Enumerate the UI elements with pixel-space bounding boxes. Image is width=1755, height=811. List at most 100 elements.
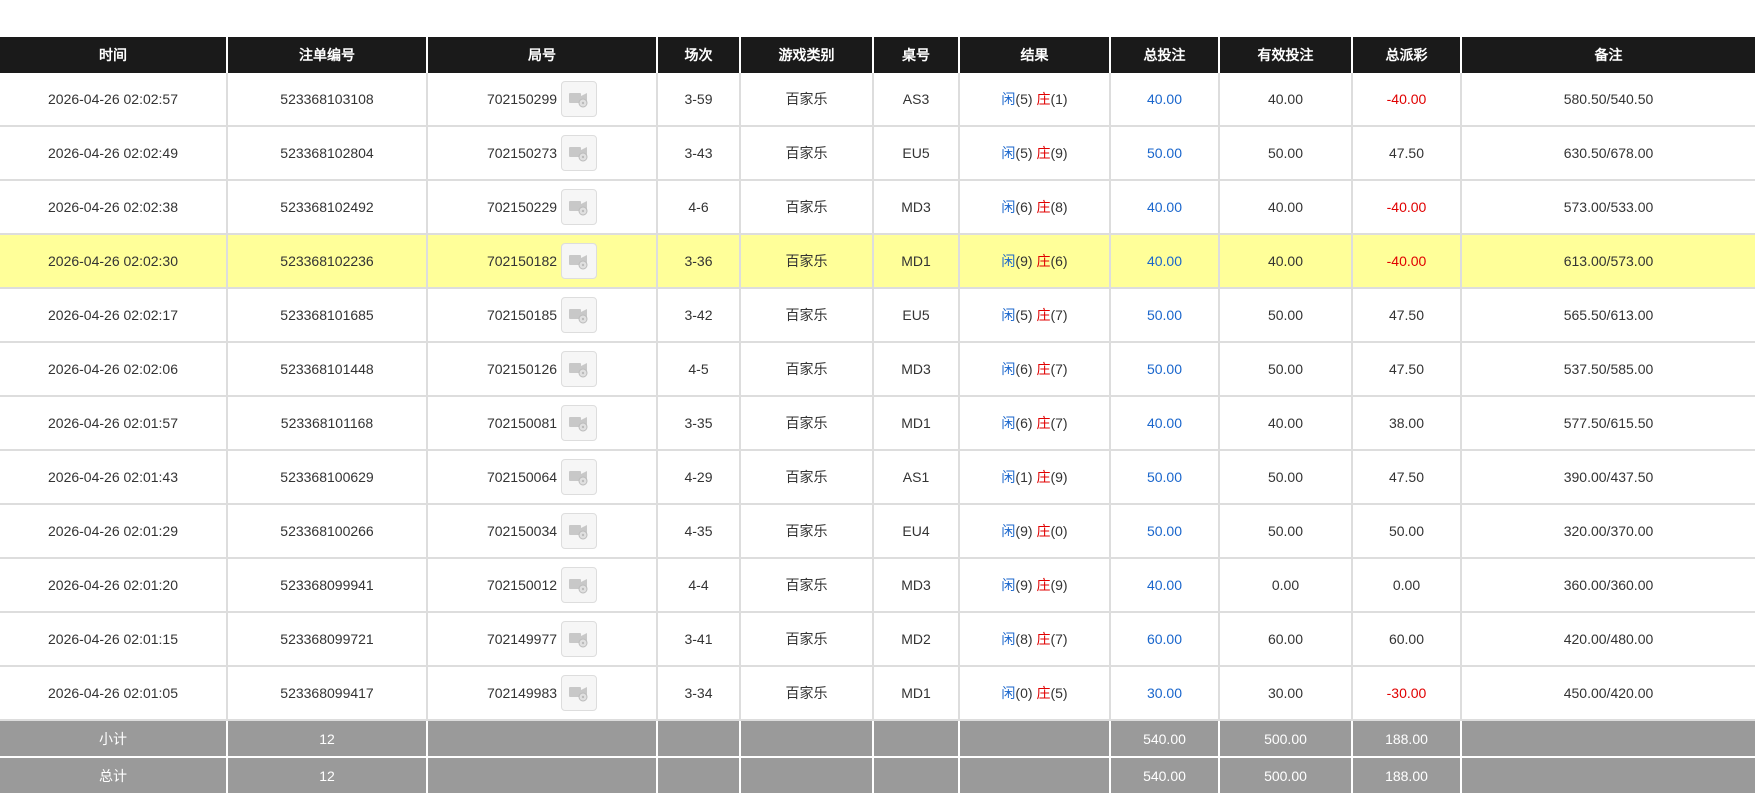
table-row[interactable]: 2026-04-26 02:01:43 523368100629 702150064… (0, 450, 1755, 505)
col-header-session[interactable]: 场次 (657, 37, 741, 73)
cell-round: 702150034 (427, 504, 658, 559)
table-row[interactable]: 2026-04-26 02:02:30 523368102236 702150182… (0, 234, 1755, 289)
col-header-valid-bet[interactable]: 有效投注 (1219, 37, 1353, 73)
col-header-total-bet[interactable]: 总投注 (1110, 37, 1220, 73)
round-number: 702150126 (486, 361, 558, 377)
result-banker-value: (7) (1050, 361, 1068, 377)
col-header-game[interactable]: 游戏类别 (740, 37, 874, 73)
cell-table: MD1 (873, 396, 960, 451)
grand-total-empty (657, 757, 741, 795)
round-number: 702149977 (486, 631, 558, 647)
video-replay-icon[interactable] (561, 189, 598, 225)
cell-payout: 38.00 (1352, 396, 1462, 451)
col-header-table[interactable]: 桌号 (873, 37, 960, 73)
subtotal-row: 小计 12 540.00 500.00 188.00 (0, 720, 1755, 758)
video-replay-icon[interactable] (561, 243, 598, 279)
round-number: 702149983 (486, 685, 558, 701)
cell-table: EU4 (873, 504, 960, 559)
cell-valid-bet: 60.00 (1219, 612, 1353, 667)
video-replay-icon[interactable] (561, 405, 598, 441)
cell-valid-bet: 50.00 (1219, 288, 1353, 343)
table-row[interactable]: 2026-04-26 02:01:05 523368099417 702149983… (0, 666, 1755, 721)
video-replay-icon[interactable] (561, 81, 598, 117)
table-row[interactable]: 2026-04-26 02:02:17 523368101685 702150185… (0, 288, 1755, 343)
table-row[interactable]: 2026-04-26 02:02:57 523368103108 702150299… (0, 73, 1755, 127)
cell-bet-id: 523368100266 (227, 504, 428, 559)
col-header-result[interactable]: 结果 (959, 37, 1111, 73)
cell-table: MD3 (873, 342, 960, 397)
table-row[interactable]: 2026-04-26 02:02:06 523368101448 702150126… (0, 342, 1755, 397)
result-banker-label: 庄 (1036, 631, 1051, 647)
cell-total-bet: 40.00 (1110, 396, 1220, 451)
cell-session: 4-29 (657, 450, 741, 505)
cell-time: 2026-04-26 02:02:17 (0, 288, 228, 343)
cell-total-bet: 40.00 (1110, 234, 1220, 289)
cell-table: MD3 (873, 558, 960, 613)
col-header-remark[interactable]: 备注 (1461, 37, 1755, 73)
video-replay-icon[interactable] (561, 135, 598, 171)
table-row[interactable]: 2026-04-26 02:01:20 523368099941 702150012… (0, 558, 1755, 613)
col-header-time[interactable]: 时间 (0, 37, 228, 73)
grand-total-row: 总计 12 540.00 500.00 188.00 (0, 757, 1755, 795)
video-replay-icon[interactable] (561, 351, 598, 387)
cell-time: 2026-04-26 02:02:57 (0, 73, 228, 127)
cell-valid-bet: 0.00 (1219, 558, 1353, 613)
cell-time: 2026-04-26 02:01:05 (0, 666, 228, 721)
cell-time: 2026-04-26 02:01:43 (0, 450, 228, 505)
video-replay-icon[interactable] (561, 567, 598, 603)
result-banker-label: 庄 (1036, 361, 1051, 377)
result-banker-label: 庄 (1036, 91, 1051, 107)
grand-total-empty (959, 757, 1111, 795)
cell-game: 百家乐 (740, 180, 874, 235)
cell-remark: 360.00/360.00 (1461, 558, 1755, 613)
table-row[interactable]: 2026-04-26 02:02:49 523368102804 702150273… (0, 126, 1755, 181)
video-replay-icon[interactable] (561, 459, 598, 495)
cell-valid-bet: 50.00 (1219, 450, 1353, 505)
result-banker-label: 庄 (1036, 415, 1051, 431)
cell-table: EU5 (873, 126, 960, 181)
cell-time: 2026-04-26 02:02:49 (0, 126, 228, 181)
cell-payout: -30.00 (1352, 666, 1462, 721)
cell-total-bet: 50.00 (1110, 288, 1220, 343)
cell-result: 闲(5) 庄(7) (959, 288, 1111, 343)
col-header-bet-id[interactable]: 注单编号 (227, 37, 428, 73)
cell-table: MD1 (873, 666, 960, 721)
result-player-label: 闲 (1001, 91, 1016, 107)
subtotal-empty (1461, 720, 1755, 758)
table-row[interactable]: 2026-04-26 02:01:29 523368100266 702150034… (0, 504, 1755, 559)
cell-remark: 450.00/420.00 (1461, 666, 1755, 721)
result-player-label: 闲 (1001, 415, 1016, 431)
result-player-value: (6) (1015, 199, 1033, 215)
cell-valid-bet: 50.00 (1219, 504, 1353, 559)
result-player-label: 闲 (1001, 631, 1016, 647)
col-header-round[interactable]: 局号 (427, 37, 658, 73)
subtotal-count: 12 (227, 720, 428, 758)
table-row[interactable]: 2026-04-26 02:01:57 523368101168 702150081… (0, 396, 1755, 451)
cell-payout: -40.00 (1352, 180, 1462, 235)
cell-game: 百家乐 (740, 450, 874, 505)
result-player-label: 闲 (1001, 145, 1016, 161)
video-replay-icon[interactable] (561, 513, 598, 549)
cell-round: 702150182 (427, 234, 658, 289)
table-row[interactable]: 2026-04-26 02:02:38 523368102492 702150229… (0, 180, 1755, 235)
cell-table: MD3 (873, 180, 960, 235)
result-player-value: (9) (1015, 523, 1033, 539)
cell-result: 闲(8) 庄(7) (959, 612, 1111, 667)
video-replay-icon[interactable] (561, 675, 598, 711)
cell-valid-bet: 50.00 (1219, 126, 1353, 181)
bet-records-panel: 时间 注单编号 局号 场次 游戏类别 桌号 结果 总投注 有效投注 总派彩 备注… (0, 37, 1755, 795)
video-replay-icon[interactable] (561, 297, 598, 333)
cell-remark: 320.00/370.00 (1461, 504, 1755, 559)
cell-total-bet: 60.00 (1110, 612, 1220, 667)
cell-table: MD2 (873, 612, 960, 667)
cell-result: 闲(9) 庄(0) (959, 504, 1111, 559)
cell-bet-id: 523368102236 (227, 234, 428, 289)
col-header-payout[interactable]: 总派彩 (1352, 37, 1462, 73)
table-row[interactable]: 2026-04-26 02:01:15 523368099721 702149977… (0, 612, 1755, 667)
cell-payout: 47.50 (1352, 342, 1462, 397)
video-replay-icon[interactable] (561, 621, 598, 657)
result-banker-label: 庄 (1036, 145, 1051, 161)
round-number: 702150273 (486, 145, 558, 161)
subtotal-empty (657, 720, 741, 758)
cell-remark: 580.50/540.50 (1461, 73, 1755, 127)
